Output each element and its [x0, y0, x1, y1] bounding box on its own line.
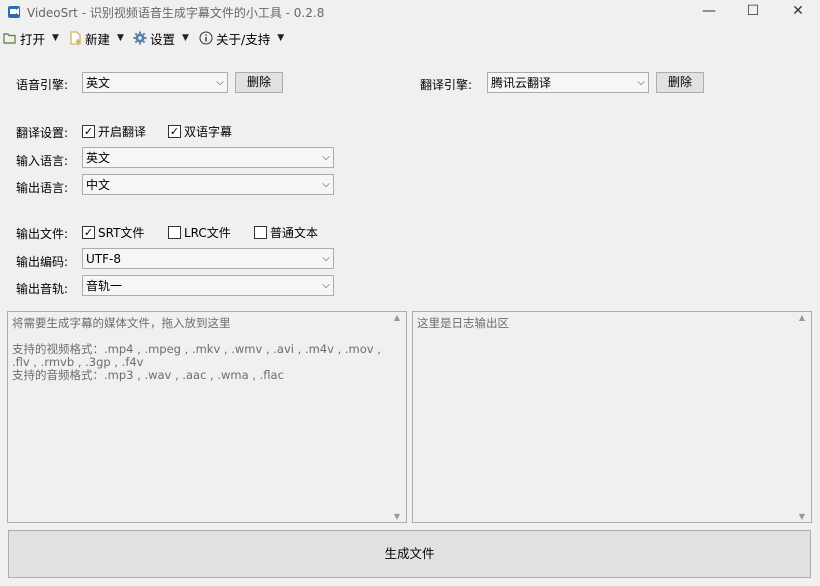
output-encoding-label: 输出编码: — [16, 255, 69, 269]
scroll-down-icon: ▼ — [393, 512, 401, 521]
minimize-button[interactable]: — — [686, 0, 732, 24]
bilingual-checkbox[interactable]: ✓ 双语字幕 — [168, 123, 232, 140]
chevron-down-icon: ▼ — [277, 33, 285, 43]
translate-engine-delete-button[interactable]: 删除 — [656, 72, 704, 93]
output-language-value: 中文 — [86, 178, 111, 192]
speech-engine-value: 英文 — [86, 76, 111, 90]
maximize-button[interactable]: ☐ — [730, 0, 776, 24]
gear-icon — [133, 31, 147, 45]
menu-settings[interactable]: 设置 ▼ — [133, 28, 189, 48]
speech-engine-label: 语音引擎: — [16, 78, 69, 92]
menu-open-label: 打开 — [20, 31, 46, 47]
media-drop-area[interactable]: 将需要生成字幕的媒体文件，拖入放到这里 支持的视频格式：.mp4 , .mpeg… — [7, 311, 407, 523]
plain-text-label: 普通文本 — [270, 226, 319, 240]
output-encoding-value: UTF-8 — [86, 251, 121, 266]
translate-engine-value: 腾讯云翻译 — [491, 76, 552, 90]
enable-translate-label: 开启翻译 — [98, 125, 147, 139]
menu-about-label: 关于/支持 — [216, 31, 271, 47]
menu-about[interactable]: 关于/支持 ▼ — [199, 28, 284, 48]
translation-settings-label: 翻译设置: — [16, 126, 69, 140]
checkbox-box: ✓ — [82, 125, 95, 138]
new-file-icon — [70, 31, 81, 45]
speech-engine-select[interactable]: 英文 ⌵ — [82, 72, 228, 93]
chevron-down-icon: ⌵ — [637, 77, 645, 88]
chevron-down-icon: ⌵ — [322, 280, 330, 291]
generate-file-button[interactable]: 生成文件 — [8, 530, 811, 578]
checkbox-box: ✓ — [168, 125, 181, 138]
input-language-label: 输入语言: — [16, 154, 69, 168]
checkbox-box: ✓ — [82, 226, 95, 239]
lrc-checkbox[interactable]: LRC文件 — [168, 224, 231, 241]
input-language-value: 英文 — [86, 151, 111, 165]
plain-text-checkbox[interactable]: 普通文本 — [254, 224, 318, 241]
translate-engine-select[interactable]: 腾讯云翻译 ⌵ — [487, 72, 649, 93]
speech-engine-delete-button[interactable]: 删除 — [235, 72, 283, 93]
enable-translate-checkbox[interactable]: ✓ 开启翻译 — [82, 123, 146, 140]
chevron-down-icon: ▼ — [52, 33, 59, 43]
log-output-area[interactable]: 这里是日志输出区 — [412, 311, 812, 523]
scroll-up-icon: ▲ — [393, 313, 401, 322]
drop-area-scrollbar[interactable]: ▲ ▼ — [390, 313, 404, 521]
scroll-up-icon: ▲ — [798, 313, 806, 322]
lrc-label: LRC文件 — [184, 226, 231, 240]
output-language-label: 输出语言: — [16, 181, 69, 195]
output-language-select[interactable]: 中文 ⌵ — [82, 174, 334, 195]
log-hint: 这里是日志输出区 — [417, 316, 509, 330]
chevron-down-icon: ⌵ — [322, 179, 330, 190]
audio-formats-text: 支持的音频格式：.mp3 , .wav , .aac , .wma , .fla… — [12, 368, 284, 382]
app-icon — [8, 6, 20, 18]
chevron-down-icon: ⌵ — [216, 77, 224, 88]
input-language-select[interactable]: 英文 ⌵ — [82, 147, 334, 168]
output-file-label: 输出文件: — [16, 227, 69, 241]
menu-new-label: 新建 — [85, 31, 111, 47]
video-formats-text: 支持的视频格式：.mp4 , .mpeg , .mkv , .wmv , .av… — [12, 342, 381, 369]
window-title: VideoSrt - 识别视频语音生成字幕文件的小工具 - 0.2.8 — [27, 6, 325, 20]
chevron-down-icon: ▼ — [182, 33, 189, 43]
scroll-down-icon: ▼ — [798, 512, 806, 521]
output-track-select[interactable]: 音轨一 ⌵ — [82, 275, 334, 296]
menu-new[interactable]: 新建 ▼ — [68, 28, 124, 48]
chevron-down-icon: ▼ — [117, 33, 124, 43]
folder-icon — [3, 33, 16, 44]
bilingual-label: 双语字幕 — [184, 125, 233, 139]
srt-checkbox[interactable]: ✓ SRT文件 — [82, 224, 144, 241]
menu-open[interactable]: 打开 ▼ — [3, 28, 59, 48]
menu-settings-label: 设置 — [150, 31, 176, 47]
chevron-down-icon: ⌵ — [322, 152, 330, 163]
chevron-down-icon: ⌵ — [322, 253, 330, 264]
checkbox-box — [254, 226, 267, 239]
drop-hint: 将需要生成字幕的媒体文件，拖入放到这里 — [12, 316, 231, 330]
output-encoding-select[interactable]: UTF-8 ⌵ — [82, 248, 334, 269]
output-track-label: 输出音轨: — [16, 282, 69, 296]
info-icon — [199, 31, 213, 45]
output-track-value: 音轨一 — [86, 279, 123, 293]
checkbox-box — [168, 226, 181, 239]
srt-label: SRT文件 — [98, 226, 145, 240]
close-button[interactable]: ✕ — [775, 0, 820, 24]
log-area-scrollbar[interactable]: ▲ ▼ — [795, 313, 809, 521]
translate-engine-label: 翻译引擎: — [420, 78, 473, 92]
